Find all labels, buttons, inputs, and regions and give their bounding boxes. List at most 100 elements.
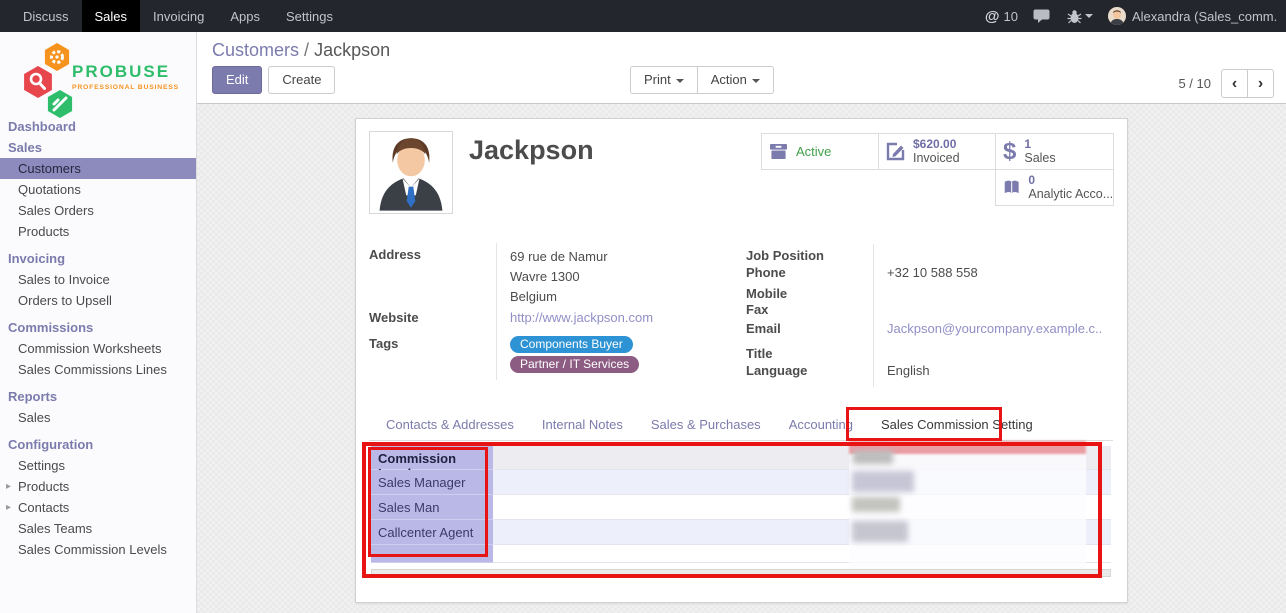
record-pager: 5 / 10 ‹ › bbox=[1178, 69, 1274, 98]
fax-label: Fax bbox=[746, 302, 873, 321]
tab-sales-commission-setting[interactable]: Sales Commission Setting bbox=[867, 410, 1047, 440]
notebook-tabs: Contacts & Addresses Internal Notes Sale… bbox=[369, 410, 1113, 441]
email-link[interactable]: Jackpson@yourcompany.example.c.. bbox=[887, 321, 1102, 336]
commission-level-cell[interactable]: Callcenter Agent bbox=[371, 520, 493, 545]
email-label: Email bbox=[746, 321, 873, 346]
mentions-count: 10 bbox=[1004, 9, 1018, 24]
sidebar-item-label: Products bbox=[18, 479, 69, 494]
phone-label: Phone bbox=[746, 265, 873, 286]
sidebar-section-commissions[interactable]: Commissions bbox=[0, 317, 196, 338]
mobile-label: Mobile bbox=[746, 286, 873, 302]
commission-level-cell bbox=[371, 545, 493, 563]
user-avatar bbox=[1108, 7, 1126, 25]
sidebar-section-dashboard[interactable]: Dashboard bbox=[0, 116, 196, 137]
analytic-accounts-stat-button[interactable]: 0 Analytic Acco... bbox=[995, 169, 1114, 206]
messages-icon[interactable] bbox=[1033, 9, 1052, 24]
field-divider bbox=[873, 244, 874, 387]
create-button[interactable]: Create bbox=[268, 66, 335, 94]
at-icon: @ bbox=[985, 8, 1000, 25]
phone-value: +32 10 588 558 bbox=[873, 265, 978, 286]
field-group-right: Job Position Phone +32 10 588 558 Mobile… bbox=[746, 248, 1111, 383]
nav-sales[interactable]: Sales bbox=[82, 0, 141, 32]
language-value: English bbox=[873, 363, 930, 383]
tab-internal-notes[interactable]: Internal Notes bbox=[528, 410, 637, 440]
app-logo[interactable]: PROBUSE PROFESSIONAL BUSINESS bbox=[10, 40, 192, 118]
tag-components-buyer[interactable]: Components Buyer bbox=[510, 336, 633, 353]
address-label: Address bbox=[369, 247, 496, 307]
sidebar-item-config-products[interactable]: ▸ Products bbox=[0, 476, 196, 497]
chevron-down-icon bbox=[1085, 14, 1093, 18]
title-label: Title bbox=[746, 346, 873, 363]
chevron-down-icon bbox=[752, 79, 760, 83]
print-dropdown-button[interactable]: Print bbox=[630, 66, 698, 94]
sidebar-item-customers[interactable]: Customers bbox=[0, 158, 196, 179]
pager-previous-button[interactable]: ‹ bbox=[1221, 69, 1248, 98]
mentions-counter[interactable]: @ 10 bbox=[985, 8, 1018, 25]
stat-value: 1 bbox=[1024, 138, 1055, 151]
sidebar-item-config-settings[interactable]: Settings bbox=[0, 455, 196, 476]
nav-invoicing[interactable]: Invoicing bbox=[140, 0, 217, 32]
tag-partner-it-services[interactable]: Partner / IT Services bbox=[510, 356, 639, 373]
active-stat-button[interactable]: Active bbox=[761, 133, 879, 170]
logo-hexagons bbox=[10, 40, 78, 118]
stat-label: Active bbox=[796, 144, 831, 159]
sales-stat-button[interactable]: $ 1 Sales bbox=[995, 133, 1114, 170]
pager-counter: 5 / 10 bbox=[1178, 76, 1211, 91]
edit-button[interactable]: Edit bbox=[212, 66, 262, 94]
app-window: Discuss Sales Invoicing Apps Settings @ … bbox=[0, 0, 1286, 613]
sidebar-item-quotations[interactable]: Quotations bbox=[0, 179, 196, 200]
mobile-value bbox=[873, 286, 887, 302]
website-link[interactable]: http://www.jackpson.com bbox=[510, 310, 653, 325]
pager-next-button[interactable]: › bbox=[1247, 69, 1274, 98]
commission-level-header[interactable]: Commission Level bbox=[371, 446, 493, 470]
commission-level-cell[interactable]: Sales Man bbox=[371, 495, 493, 520]
customer-photo[interactable] bbox=[369, 131, 453, 214]
sidebar-item-sales-to-invoice[interactable]: Sales to Invoice bbox=[0, 269, 196, 290]
job-position-value bbox=[873, 248, 887, 265]
stat-value: 0 bbox=[1028, 174, 1106, 187]
sidebar-menu: Dashboard Sales Customers Quotations Sal… bbox=[0, 116, 196, 560]
nav-settings[interactable]: Settings bbox=[273, 0, 346, 32]
sidebar-item-sales-orders[interactable]: Sales Orders bbox=[0, 200, 196, 221]
redacted-cell bbox=[852, 497, 900, 512]
archive-icon bbox=[769, 143, 788, 160]
sidebar-item-sales-commissions-lines[interactable]: Sales Commissions Lines bbox=[0, 359, 196, 380]
user-menu[interactable]: Alexandra (Sales_comm.. bbox=[1108, 7, 1278, 25]
tags-label: Tags bbox=[369, 336, 496, 376]
stat-value: $620.00 bbox=[913, 138, 960, 151]
chevron-down-icon bbox=[676, 79, 684, 83]
action-dropdown-button[interactable]: Action bbox=[697, 66, 774, 94]
sidebar-item-orders-to-upsell[interactable]: Orders to Upsell bbox=[0, 290, 196, 311]
sidebar-item-commission-worksheets[interactable]: Commission Worksheets bbox=[0, 338, 196, 359]
user-name: Alexandra (Sales_comm.. bbox=[1132, 9, 1278, 24]
sidebar-item-sales-teams[interactable]: Sales Teams bbox=[0, 518, 196, 539]
table-horizontal-scrollbar[interactable] bbox=[371, 569, 1111, 577]
breadcrumb-customers[interactable]: Customers bbox=[212, 40, 299, 60]
tab-contacts-addresses[interactable]: Contacts & Addresses bbox=[372, 410, 528, 440]
sidebar-section-invoicing[interactable]: Invoicing bbox=[0, 248, 196, 269]
edit-icon bbox=[886, 142, 905, 161]
tab-accounting[interactable]: Accounting bbox=[775, 410, 867, 440]
sidebar-item-reports-sales[interactable]: Sales bbox=[0, 407, 196, 428]
sidebar-section-sales[interactable]: Sales bbox=[0, 137, 196, 158]
sidebar-item-products[interactable]: Products bbox=[0, 221, 196, 242]
bug-icon bbox=[1067, 9, 1082, 24]
tab-sales-purchases[interactable]: Sales & Purchases bbox=[637, 410, 775, 440]
sidebar-item-config-contacts[interactable]: ▸ Contacts bbox=[0, 497, 196, 518]
form-sheet: Jackpson Active $620.00 Invoiced bbox=[355, 118, 1128, 603]
sidebar-item-sales-commission-levels[interactable]: Sales Commission Levels bbox=[0, 539, 196, 560]
debug-menu[interactable] bbox=[1067, 9, 1093, 24]
commission-level-cell[interactable]: Sales Manager bbox=[371, 470, 493, 495]
sidebar-actions: Print Action bbox=[630, 66, 774, 94]
nav-discuss[interactable]: Discuss bbox=[10, 0, 82, 32]
breadcrumb-current: Jackpson bbox=[314, 40, 390, 60]
sidebar-section-reports[interactable]: Reports bbox=[0, 386, 196, 407]
website-label: Website bbox=[369, 310, 496, 330]
fax-value bbox=[873, 302, 887, 321]
stat-label: Analytic Acco... bbox=[1028, 187, 1106, 202]
invoiced-stat-button[interactable]: $620.00 Invoiced bbox=[878, 133, 996, 170]
sidebar-section-configuration[interactable]: Configuration bbox=[0, 434, 196, 455]
breadcrumb-separator: / bbox=[304, 40, 309, 60]
nav-apps[interactable]: Apps bbox=[217, 0, 273, 32]
logo-title: PROBUSE bbox=[72, 62, 179, 82]
